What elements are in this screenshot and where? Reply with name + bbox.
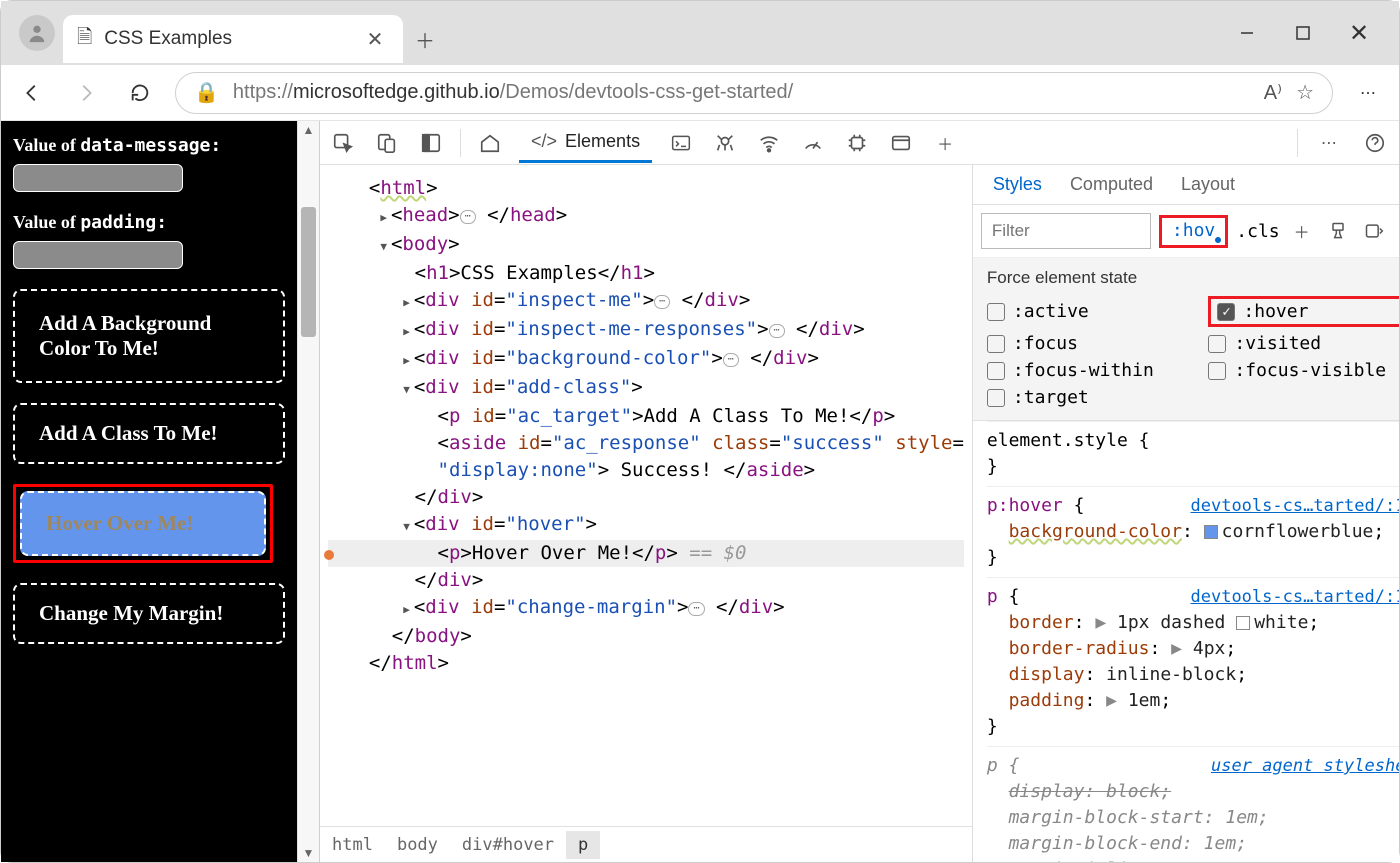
styles-tab[interactable]: Styles bbox=[979, 166, 1056, 203]
page-scrollbar[interactable]: ▲ ▼ bbox=[297, 121, 319, 862]
hover-box[interactable]: Hover Over Me! bbox=[20, 491, 266, 556]
padding-input[interactable] bbox=[13, 241, 183, 269]
profile-avatar[interactable] bbox=[19, 15, 55, 51]
new-style-rule-icon[interactable]: ＋ bbox=[1288, 217, 1316, 245]
browser-menu-button[interactable]: ⋯ bbox=[1349, 74, 1387, 112]
address-bar-row: 🔒 https://microsoftedge.github.io/Demos/… bbox=[1, 65, 1399, 121]
chk-active[interactable]: :active bbox=[987, 296, 1209, 327]
styles-tabs-chevron-icon[interactable]: ⌄ bbox=[1395, 166, 1399, 203]
more-tabs-button[interactable]: ＋ bbox=[930, 128, 960, 158]
window-titlebar: 🗎 CSS Examples ✕ ＋ ✕ bbox=[1, 1, 1399, 65]
background-color-box[interactable]: Add A Background Color To Me! bbox=[13, 289, 285, 383]
window-close-button[interactable]: ✕ bbox=[1345, 19, 1373, 47]
force-state-title: Force element state bbox=[987, 268, 1399, 288]
dock-side-icon[interactable] bbox=[416, 128, 446, 158]
toggle-hov-button[interactable]: :hov bbox=[1159, 215, 1228, 248]
computed-tab[interactable]: Computed bbox=[1056, 166, 1167, 203]
change-margin-box[interactable]: Change My Margin! bbox=[13, 583, 285, 644]
styles-filter-input[interactable] bbox=[981, 213, 1151, 249]
device-emulation-icon[interactable] bbox=[372, 128, 402, 158]
rule-link-140[interactable]: devtools-cs…tarted/:140 bbox=[1191, 493, 1400, 519]
chk-focus[interactable]: :focus bbox=[987, 333, 1209, 354]
window-minimize-button[interactable] bbox=[1233, 19, 1261, 47]
tab-file-icon: 🗎 bbox=[77, 23, 92, 55]
browser-tab[interactable]: 🗎 CSS Examples ✕ bbox=[63, 15, 403, 63]
chk-hover[interactable]: ✓:hover bbox=[1208, 296, 1399, 327]
label-padding: Value of bbox=[13, 212, 80, 232]
performance-tab-icon[interactable] bbox=[798, 128, 828, 158]
ua-stylesheet-label: user agent stylesheet bbox=[1211, 753, 1399, 779]
rule-link-133[interactable]: devtools-cs…tarted/:133 bbox=[1191, 584, 1400, 610]
dom-breadcrumb[interactable]: html body div#hover p bbox=[320, 826, 972, 862]
styles-panel: Styles Computed Layout ⌄ :hov .cls ＋ For… bbox=[972, 165, 1399, 862]
elements-tab[interactable]: </> Elements bbox=[519, 123, 652, 163]
nav-reload-button[interactable] bbox=[121, 74, 159, 112]
network-tab-icon[interactable] bbox=[754, 128, 784, 158]
read-aloud-icon[interactable]: A⁾ bbox=[1264, 80, 1282, 105]
welcome-tab-icon[interactable] bbox=[475, 128, 505, 158]
chk-focus-visible[interactable]: :focus-visible bbox=[1208, 360, 1399, 381]
paint-brush-icon[interactable] bbox=[1324, 217, 1352, 245]
devtools-panel: </> Elements ＋ ⋯ ✕ <html> <head>⋯ </head… bbox=[319, 121, 1399, 862]
new-tab-button[interactable]: ＋ bbox=[411, 25, 439, 53]
nav-forward-button[interactable] bbox=[67, 74, 105, 112]
site-lock-icon: 🔒 bbox=[194, 80, 219, 105]
memory-tab-icon[interactable] bbox=[842, 128, 872, 158]
address-bar[interactable]: 🔒 https://microsoftedge.github.io/Demos/… bbox=[175, 72, 1333, 114]
style-rules-list[interactable]: element.style {} devtools-cs…tarted/:140… bbox=[973, 421, 1399, 862]
application-tab-icon[interactable] bbox=[886, 128, 916, 158]
console-tab-icon[interactable] bbox=[666, 128, 696, 158]
data-message-input[interactable] bbox=[13, 164, 183, 192]
chk-target[interactable]: :target bbox=[987, 387, 1209, 408]
chk-visited[interactable]: :visited bbox=[1208, 333, 1399, 354]
layout-tab[interactable]: Layout bbox=[1167, 166, 1249, 203]
devtools-more-icon[interactable]: ⋯ bbox=[1314, 128, 1344, 158]
chk-focus-within[interactable]: :focus-within bbox=[987, 360, 1209, 381]
url-text: https://microsoftedge.github.io/Demos/de… bbox=[233, 81, 793, 104]
dom-selected-row: <p>Hover Over Me!</p> == $0 bbox=[328, 540, 964, 567]
nav-back-button[interactable] bbox=[13, 74, 51, 112]
hover-box-highlight: Hover Over Me! bbox=[13, 484, 273, 563]
favorite-icon[interactable]: ☆ bbox=[1296, 80, 1314, 105]
dom-tree[interactable]: <html> <head>⋯ </head> <body> <h1>CSS Ex… bbox=[320, 165, 972, 826]
styles-tabs: Styles Computed Layout ⌄ bbox=[973, 165, 1399, 205]
sources-tab-icon[interactable] bbox=[710, 128, 740, 158]
label-data-message: Value of bbox=[13, 135, 80, 155]
add-class-box[interactable]: Add A Class To Me! bbox=[13, 403, 285, 464]
tab-close-button[interactable]: ✕ bbox=[361, 25, 389, 53]
tab-title: CSS Examples bbox=[104, 28, 232, 50]
rendered-page: Value of data-message: Value of padding:… bbox=[1, 121, 297, 862]
computed-toggle-icon[interactable] bbox=[1360, 217, 1388, 245]
elements-icon: </> bbox=[531, 131, 557, 152]
devtools-help-icon[interactable] bbox=[1360, 128, 1390, 158]
window-maximize-button[interactable] bbox=[1289, 19, 1317, 47]
inspect-element-icon[interactable] bbox=[328, 128, 358, 158]
toggle-cls-button[interactable]: .cls bbox=[1236, 221, 1279, 242]
devtools-toolbar: </> Elements ＋ ⋯ ✕ bbox=[320, 121, 1399, 165]
